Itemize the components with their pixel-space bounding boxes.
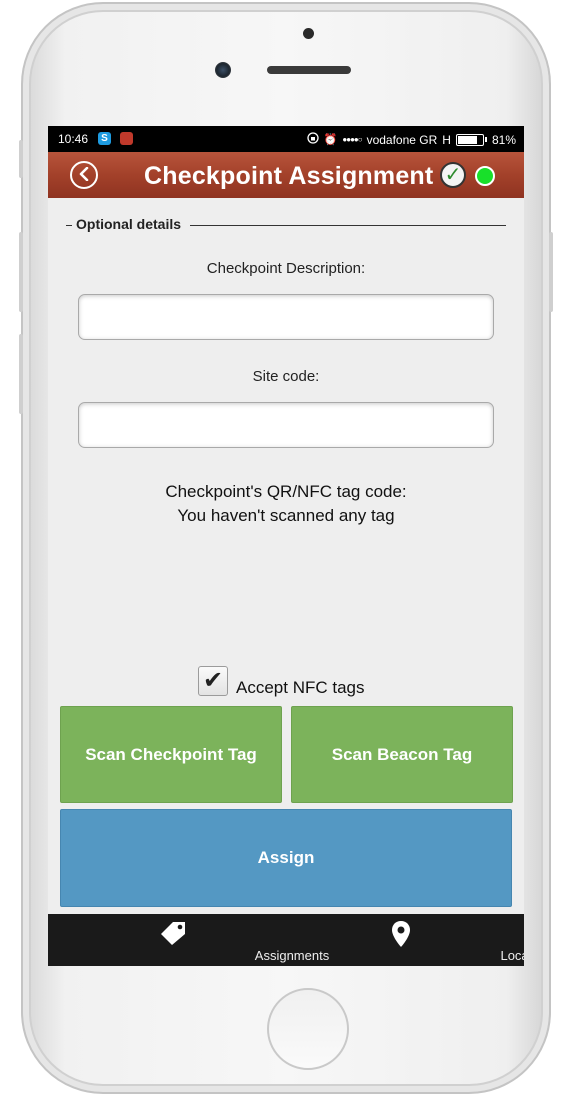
legend-divider	[190, 225, 506, 226]
signal-icon: ●●●●○	[342, 135, 362, 144]
legend-divider	[66, 225, 72, 226]
description-label: Checkpoint Description:	[206, 260, 366, 277]
section-title: Optional details	[76, 216, 182, 232]
skype-icon: S	[98, 132, 111, 145]
battery-percent: 81%	[491, 132, 516, 147]
app-screen: 10:46 S ⏰ ●●●●○ vodafone GR H 81% Checkp…	[48, 126, 524, 966]
lock-rotation-icon	[307, 132, 319, 147]
scan-beacon-button[interactable]: Scan Beacon Tag	[291, 706, 513, 803]
scan-checkpoint-button[interactable]: Scan Checkpoint Tag	[60, 706, 282, 803]
bottom-nav: Assignments Locate	[48, 914, 524, 966]
section-legend: Optional details	[66, 216, 506, 232]
volume-down-button	[19, 334, 23, 414]
carrier-name: vodafone GR	[366, 132, 438, 147]
chevron-left-icon	[79, 166, 89, 182]
nav-locate-label: Locate	[500, 948, 524, 963]
status-time: 10:46	[58, 132, 89, 146]
connection-status-icon	[475, 166, 495, 186]
page-title: Checkpoint Assignment	[144, 162, 434, 190]
nav-locate[interactable]: Locate	[282, 914, 524, 966]
accept-nfc-label: Accept NFC tags	[236, 678, 365, 697]
home-button[interactable]	[267, 988, 349, 1070]
tag-icon	[159, 920, 187, 951]
recording-icon	[120, 132, 133, 145]
tag-code-status: You haven't scanned any tag	[177, 506, 395, 525]
front-camera	[215, 62, 231, 78]
earpiece-speaker	[267, 66, 351, 74]
site-code-input[interactable]	[78, 402, 494, 448]
nav-assignments[interactable]: Assignments	[54, 914, 329, 966]
status-right: ⏰ ●●●●○ vodafone GR H 81%	[307, 132, 516, 147]
battery-icon	[455, 133, 487, 146]
mute-switch	[19, 140, 23, 178]
assign-button[interactable]: Assign	[60, 809, 512, 907]
app-bar: Checkpoint Assignment ✓	[48, 152, 524, 198]
power-button	[549, 232, 553, 312]
network-type: H	[442, 132, 451, 147]
accept-nfc-checkbox[interactable]: ✔	[198, 666, 228, 696]
description-input[interactable]	[78, 294, 494, 340]
status-bar: 10:46 S ⏰ ●●●●○ vodafone GR H 81%	[48, 126, 524, 152]
tag-code-label: Checkpoint's QR/NFC tag code:	[165, 482, 407, 501]
site-code-label: Site code:	[252, 368, 320, 385]
alarm-icon: ⏰	[323, 134, 338, 146]
volume-up-button	[19, 232, 23, 312]
back-button[interactable]	[70, 161, 98, 189]
sync-check-icon[interactable]: ✓	[440, 162, 466, 188]
proximity-sensor	[303, 28, 314, 39]
